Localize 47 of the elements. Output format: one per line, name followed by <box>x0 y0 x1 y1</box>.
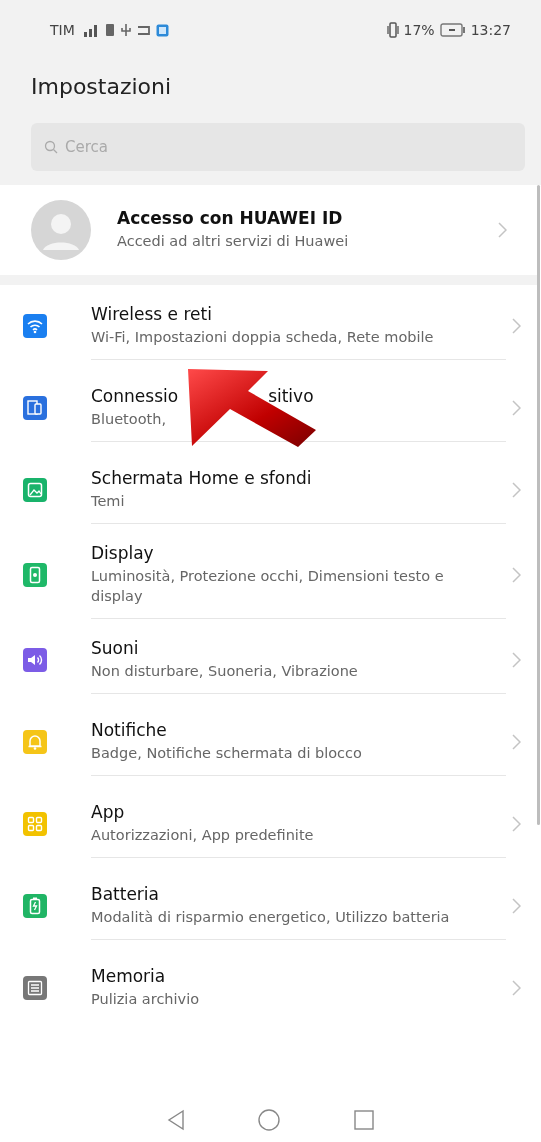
chevron-icon <box>498 222 507 238</box>
clock-time: 13:27 <box>470 22 511 38</box>
chevron-icon <box>512 898 521 915</box>
chevron-icon <box>512 980 521 997</box>
vibrate-icon <box>386 22 399 38</box>
item-subtitle: Non disturbare, Suoneria, Vibrazione <box>91 661 359 681</box>
item-title: Display <box>91 543 154 563</box>
app-notification-icon <box>155 23 169 37</box>
item-subtitle: Autorizzazioni, App predefinite <box>91 825 315 845</box>
chevron-icon <box>512 318 521 334</box>
account-subtitle: Accedi ad altri servizi di Huawei <box>117 232 350 252</box>
search-field[interactable]: Cerca <box>31 123 525 171</box>
recents-button[interactable] <box>353 1109 376 1131</box>
item-subtitle: Badge, Notifiche schermata di blocco <box>91 743 363 763</box>
chevron-icon <box>512 482 521 498</box>
item-title: Connessio <box>91 385 179 406</box>
item-subtitle: Bluetooth, <box>91 409 167 429</box>
item-subtitle: Temi <box>91 491 126 511</box>
item-title: App <box>91 801 125 822</box>
account-title: Accesso con HUAWEI ID <box>117 208 344 229</box>
item-subtitle: Pulizia archivio <box>91 990 201 1010</box>
item-title: Batteria <box>91 883 159 904</box>
item-title: Suoni <box>91 637 139 658</box>
chevron-icon <box>512 400 521 416</box>
item-title: Schermata Home e sfondi <box>91 467 312 488</box>
carrier-name: TIM <box>50 22 75 38</box>
chevron-icon <box>512 567 521 584</box>
avatar-icon <box>31 200 91 260</box>
battery-percent: 17% <box>403 22 435 38</box>
sim-icon <box>104 23 115 37</box>
item-subtitle: Modalità di risparmio energetico, Utilizzo batteria <box>91 907 451 927</box>
item-title: sitivo <box>268 385 314 406</box>
home-button[interactable] <box>257 1108 282 1132</box>
item-subtitle: Luminosità, Protezione occhi, Dimensioni testo e display <box>91 567 445 606</box>
item-title: Memoria <box>91 966 166 987</box>
chevron-icon <box>512 816 521 833</box>
chevron-icon <box>512 652 521 669</box>
cast-icon <box>136 23 151 37</box>
item-title: Notifiche <box>91 719 167 740</box>
back-button[interactable] <box>165 1109 186 1131</box>
page-title: Impostazioni <box>31 74 173 99</box>
search-icon <box>44 140 58 154</box>
item-subtitle: Wi-Fi, Impostazioni doppia scheda, Rete mobile <box>91 327 435 347</box>
chevron-icon <box>512 734 521 751</box>
item-title: Wireless e reti <box>91 303 212 324</box>
usb-icon <box>119 23 132 37</box>
battery-icon <box>439 23 466 37</box>
